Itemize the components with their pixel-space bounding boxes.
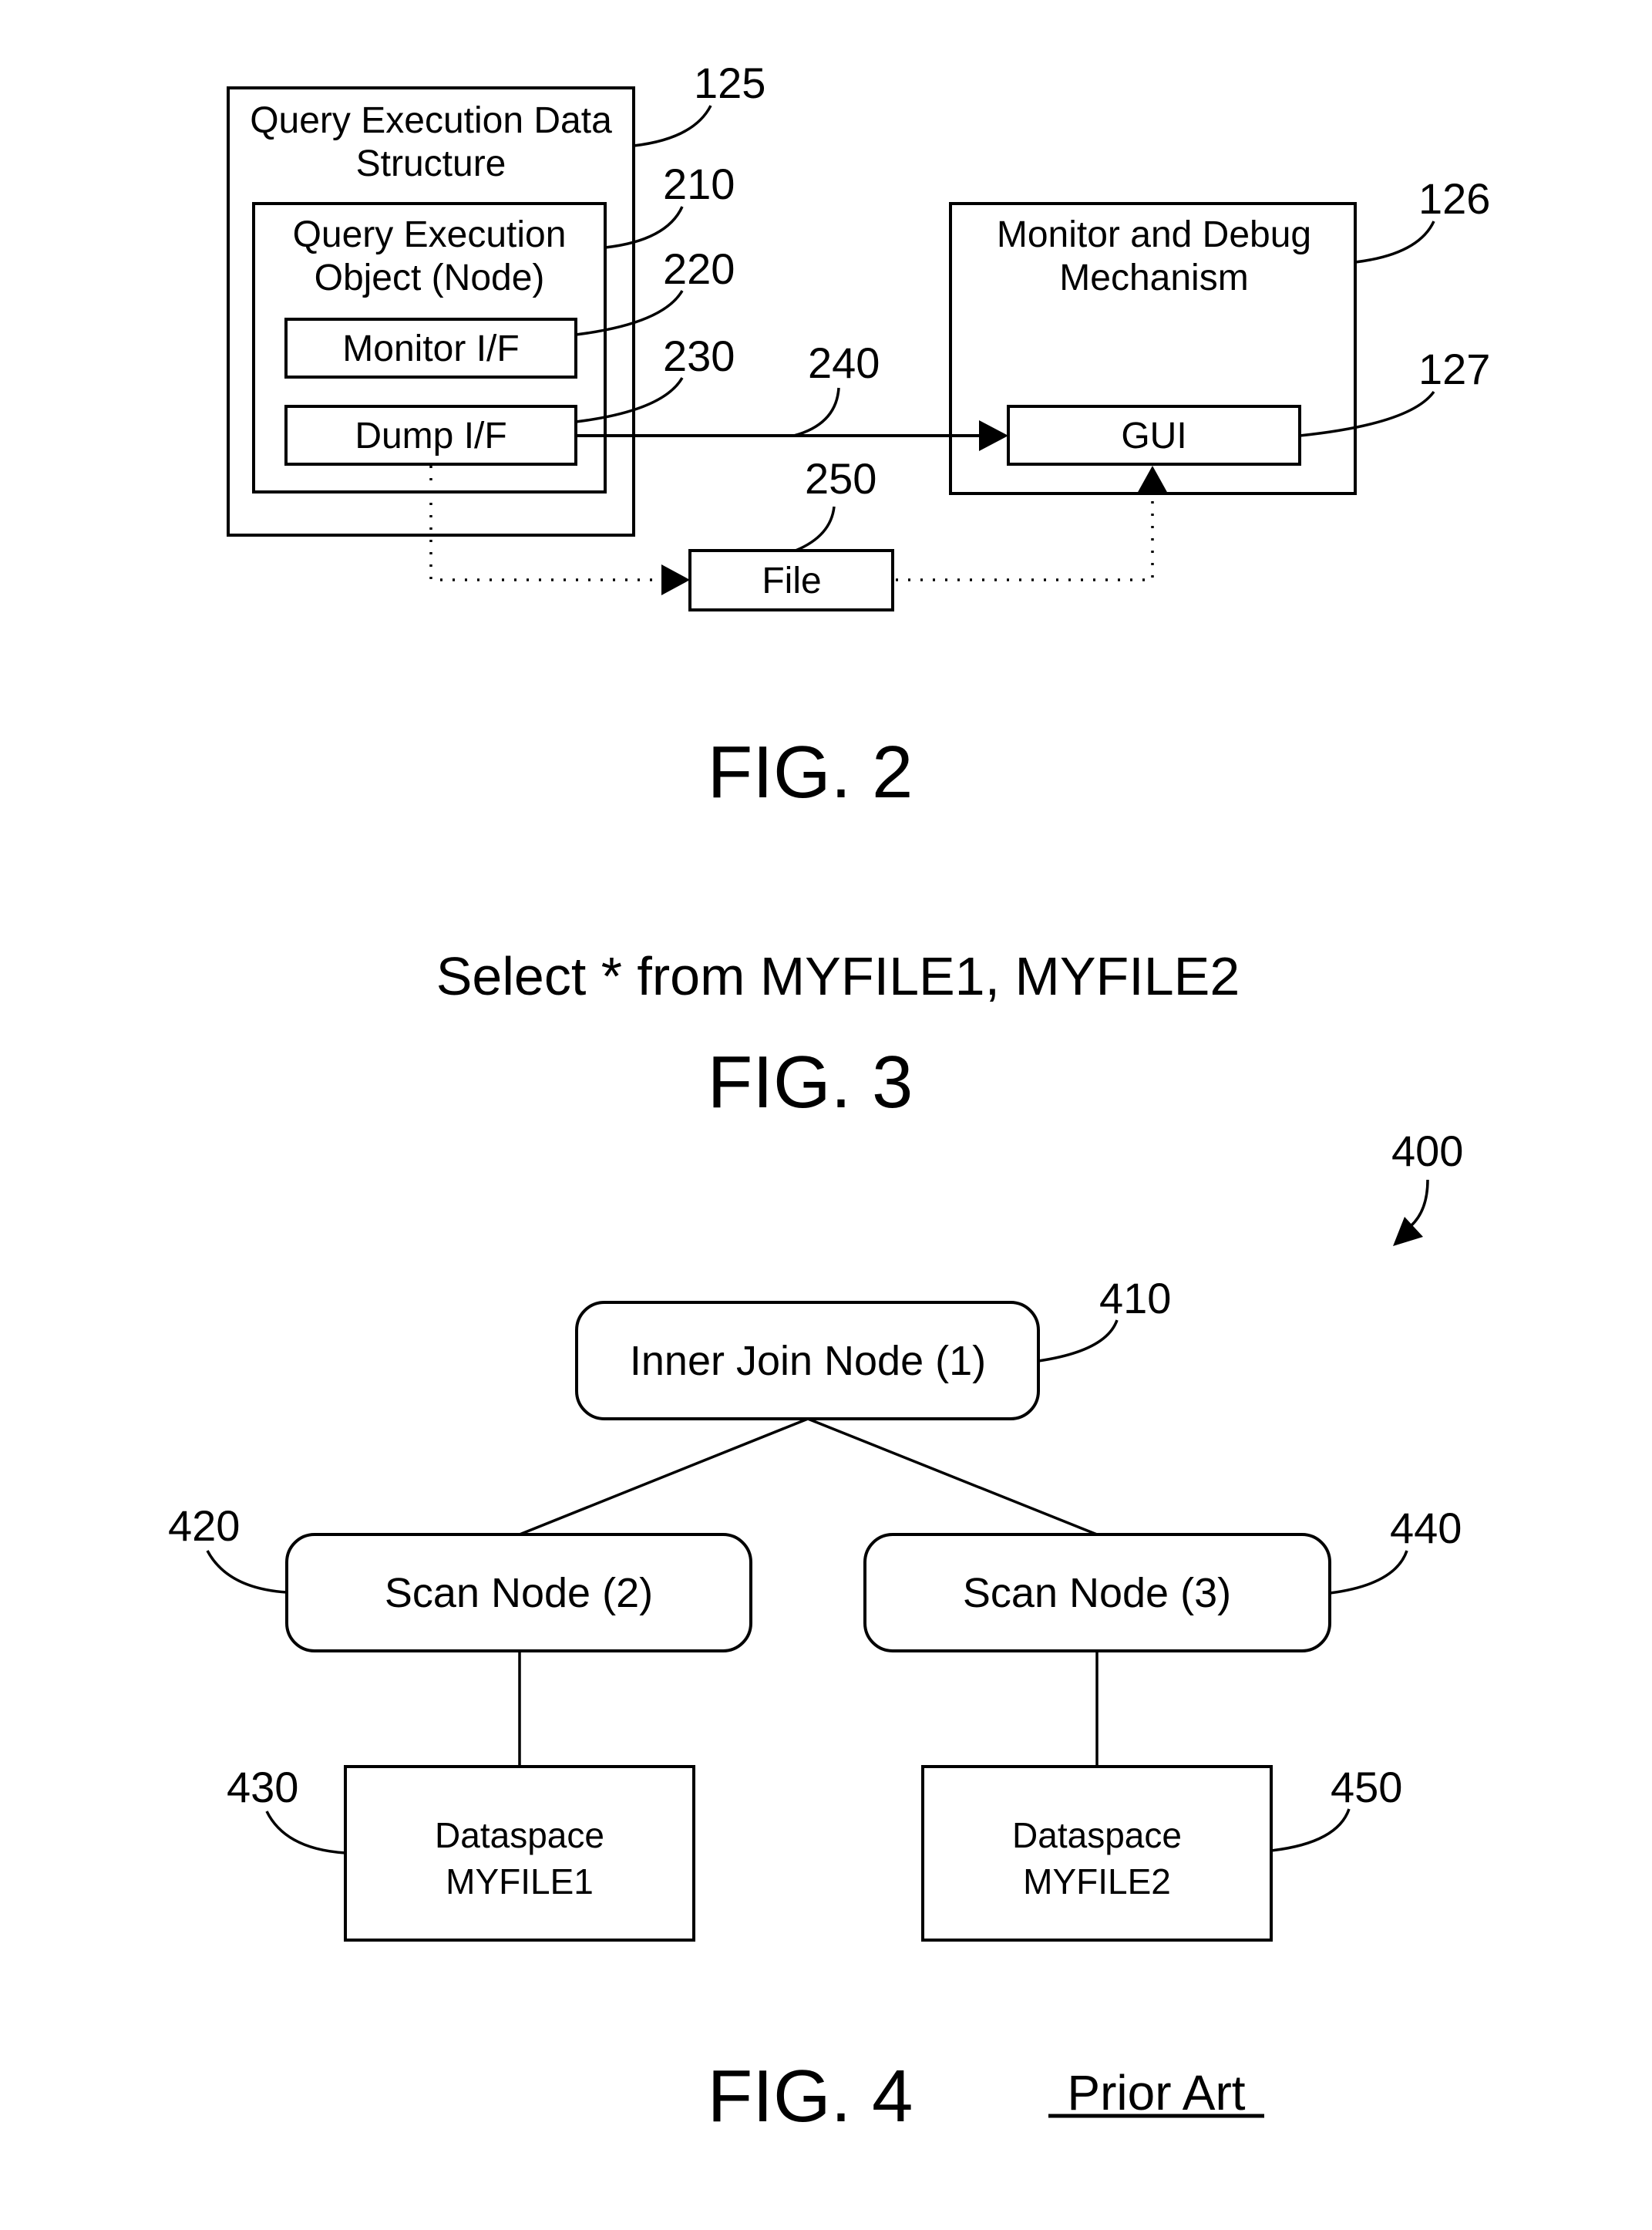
- ref-400: 400: [1391, 1127, 1463, 1175]
- gui-label: GUI: [1121, 416, 1186, 456]
- query-object-label-line2: Object (Node): [315, 258, 545, 298]
- leader-410: [1038, 1319, 1119, 1363]
- dataspace-myfile1-line1: Dataspace: [435, 1815, 604, 1855]
- ref-210: 210: [663, 160, 735, 208]
- inner-join-node-label: Inner Join Node (1): [630, 1338, 986, 1384]
- sql-query-text: Select * from MYFILE1, MYFILE2: [436, 946, 1240, 1006]
- file-to-gui-dotted-connector: [896, 493, 1154, 581]
- figure-4-caption: FIG. 4: [708, 2055, 913, 2137]
- leader-250: [795, 506, 836, 552]
- figure-4: 400 Inner Join Node (1) 410 Scan Node (2…: [168, 1127, 1463, 2137]
- leader-126: [1354, 221, 1435, 264]
- dataspace-myfile2-line1: Dataspace: [1012, 1815, 1182, 1855]
- leader-125: [633, 105, 712, 147]
- query-object-label-line1: Query Execution: [293, 214, 567, 255]
- monitor-debug-label-line2: Mechanism: [1059, 258, 1248, 298]
- ref-250: 250: [805, 454, 876, 503]
- leader-440: [1329, 1550, 1408, 1595]
- monitor-debug-label-line1: Monitor and Debug: [997, 214, 1311, 255]
- ref-410: 410: [1099, 1274, 1171, 1322]
- query-structure-label-line1: Query Execution Data: [250, 100, 612, 141]
- figure-3-caption: FIG. 3: [708, 1041, 913, 1123]
- figure-2: Query Execution Data Structure Query Exe…: [227, 59, 1490, 814]
- ref-125: 125: [694, 59, 765, 107]
- ref-450: 450: [1331, 1763, 1402, 1811]
- prior-art-label: Prior Art: [1067, 2065, 1245, 2121]
- leader-400: [1409, 1179, 1429, 1228]
- query-structure-label-line2: Structure: [356, 143, 506, 184]
- figure-2-caption: FIG. 2: [708, 731, 913, 814]
- edge-root-to-left-scan: [519, 1417, 809, 1536]
- dump-if-label: Dump I/F: [355, 416, 506, 456]
- ref-420: 420: [168, 1501, 240, 1550]
- ref-430: 430: [227, 1763, 298, 1811]
- scan-node-2-label: Scan Node (2): [385, 1570, 653, 1616]
- leader-430: [265, 1811, 346, 1854]
- arrowhead-400-icon: [1393, 1217, 1423, 1246]
- figure-3: Select * from MYFILE1, MYFILE2 FIG. 3: [436, 946, 1240, 1123]
- file-label: File: [762, 561, 821, 601]
- leader-240: [793, 387, 840, 437]
- dataspace-myfile1-line2: MYFILE1: [446, 1861, 594, 1902]
- edge-root-to-right-scan: [807, 1417, 1098, 1536]
- monitor-if-label: Monitor I/F: [342, 328, 519, 369]
- leader-420: [206, 1550, 288, 1594]
- scan-node-3-label: Scan Node (3): [963, 1570, 1231, 1616]
- ref-220: 220: [663, 244, 735, 293]
- leader-450: [1270, 1808, 1351, 1852]
- ref-127: 127: [1418, 345, 1490, 393]
- dataspace-myfile2-line2: MYFILE2: [1023, 1861, 1171, 1902]
- ref-230: 230: [663, 332, 735, 380]
- ref-126: 126: [1418, 174, 1490, 223]
- patent-drawing-sheet: Query Execution Data Structure Query Exe…: [168, 59, 1490, 2137]
- ref-440: 440: [1390, 1504, 1462, 1552]
- ref-240: 240: [808, 339, 880, 387]
- arrowhead-to-file-icon: [661, 564, 690, 595]
